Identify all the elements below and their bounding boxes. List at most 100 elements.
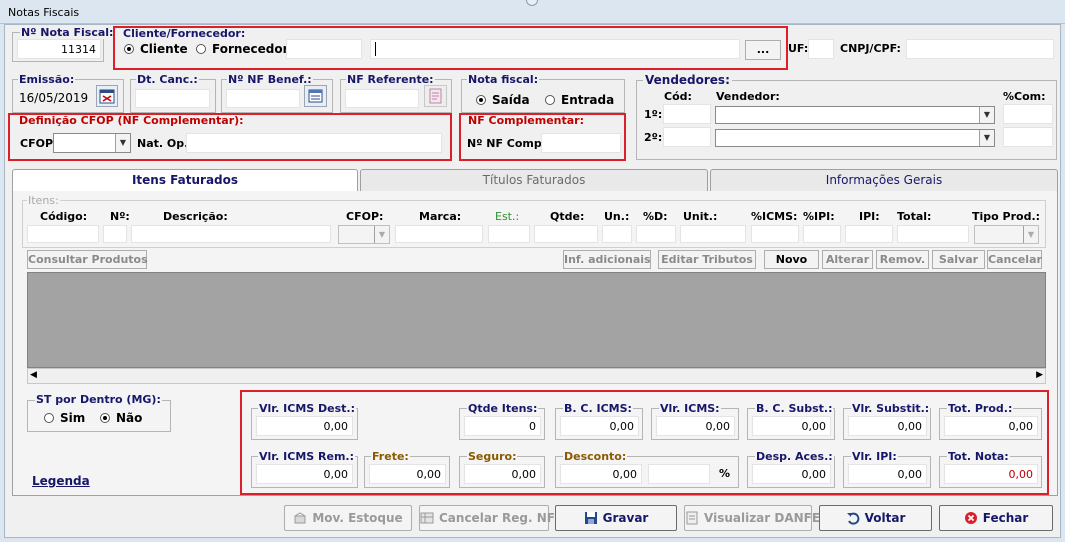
item-tipo-prod-select[interactable]: ▼ (974, 225, 1039, 244)
vendedor2-cod-field[interactable] (663, 127, 711, 147)
qtde-itens-field[interactable]: 0 (464, 416, 541, 436)
radio-fornecedor-dot (196, 44, 206, 54)
radio-st-nao-dot (100, 413, 110, 423)
radio-entrada[interactable]: Entrada (545, 93, 614, 107)
radio-saida[interactable]: Saída (476, 93, 530, 107)
item-est-field[interactable] (488, 225, 530, 243)
browse-cliente-button[interactable]: ... (745, 40, 781, 60)
vlr-subst-label: Vlr. Substit.: (851, 402, 931, 415)
horizontal-scrollbar[interactable]: ◀ ▶ (27, 368, 1046, 384)
vlr-ipi-field[interactable]: 0,00 (848, 464, 927, 484)
emissao-calendar-button[interactable] (96, 85, 118, 107)
uf-field[interactable] (808, 39, 834, 59)
item-ipi-field[interactable] (845, 225, 893, 243)
novo-button[interactable]: Novo (764, 250, 819, 269)
vendedor-row1-label: 1º: (644, 108, 663, 121)
tab-itens-faturados[interactable]: Itens Faturados (12, 169, 358, 193)
legenda-link[interactable]: Legenda (32, 474, 90, 488)
desconto-field[interactable]: 0,00 (560, 464, 642, 484)
cancelar-button[interactable]: Cancelar (987, 250, 1042, 269)
desp-aces-field[interactable]: 0,00 (752, 464, 831, 484)
radio-cliente-label: Cliente (140, 42, 188, 56)
radio-st-nao[interactable]: Não (100, 411, 142, 425)
item-numero-field[interactable] (103, 225, 127, 243)
radio-st-sim-dot (44, 413, 54, 423)
nota-fiscal-field[interactable]: 11314 (17, 39, 101, 59)
nf-comp-field[interactable] (541, 133, 621, 153)
seguro-field[interactable]: 0,00 (464, 464, 541, 484)
tot-prod-field[interactable]: 0,00 (944, 416, 1038, 436)
bc-icms-field[interactable]: 0,00 (560, 416, 639, 436)
document-icon (686, 511, 698, 525)
emissao-value[interactable]: 16/05/2019 (19, 91, 88, 105)
item-total-field[interactable] (897, 225, 969, 243)
vlr-subst-field[interactable]: 0,00 (848, 416, 927, 436)
tab-informacoes-gerais[interactable]: Informações Gerais (710, 169, 1058, 191)
nota-fiscal-label: Nº Nota Fiscal: (20, 26, 115, 39)
inf-adicionais-button[interactable]: Inf. adicionais (563, 250, 651, 269)
item-pct-icms-field[interactable] (751, 225, 799, 243)
nf-benef-list-button[interactable] (304, 85, 327, 107)
dt-canc-field[interactable] (135, 89, 210, 108)
emissao-label: Emissão: (18, 73, 76, 86)
itens-group-label: Itens: (27, 194, 60, 207)
vendedor2-select[interactable]: ▼ (715, 129, 995, 147)
nf-referente-label: NF Referente: (346, 73, 435, 86)
consultar-produtos-button[interactable]: Consultar Produtos (27, 250, 148, 269)
items-grid[interactable] (27, 272, 1046, 368)
editar-tributos-button[interactable]: Editar Tributos (658, 250, 756, 269)
cfop-select[interactable]: ▼ (53, 133, 131, 153)
col-qtde: Qtde: (550, 210, 585, 223)
tot-prod-label: Tot. Prod.: (947, 402, 1014, 415)
vendedor1-cod-field[interactable] (663, 104, 711, 124)
visualizar-danfe-button[interactable]: Visualizar DANFE (684, 505, 820, 531)
remover-button[interactable]: Remov. (876, 250, 929, 269)
vendedor2-com-field[interactable] (1003, 127, 1053, 147)
radio-fornecedor[interactable]: Fornecedor (196, 42, 289, 56)
alterar-button[interactable]: Alterar (822, 250, 873, 269)
nf-referente-field[interactable] (345, 89, 419, 108)
vlr-icms-dest-field[interactable]: 0,00 (256, 416, 353, 436)
desconto-pct-field[interactable] (648, 464, 710, 484)
item-pct-d-field[interactable] (636, 225, 676, 243)
nat-op-field[interactable] (186, 133, 442, 153)
voltar-button[interactable]: Voltar (819, 505, 932, 531)
mov-estoque-button[interactable]: Mov. Estoque (284, 505, 412, 531)
vlr-icms-rem-field[interactable]: 0,00 (256, 464, 353, 484)
cliente-name-field[interactable] (370, 39, 740, 59)
col-est: Est.: (495, 210, 520, 223)
chevron-down-icon: ▼ (115, 134, 130, 152)
cnpj-field[interactable] (906, 39, 1054, 59)
mov-estoque-label: Mov. Estoque (312, 511, 403, 525)
salvar-button[interactable]: Salvar (932, 250, 985, 269)
nf-benef-field[interactable] (226, 89, 300, 108)
vendedor1-com-field[interactable] (1003, 104, 1053, 124)
gravar-button[interactable]: Gravar (555, 505, 677, 531)
item-codigo-field[interactable] (27, 225, 99, 243)
scroll-left-icon[interactable]: ◀ (30, 370, 37, 380)
item-pct-ipi-field[interactable] (803, 225, 841, 243)
item-qtde-field[interactable] (534, 225, 598, 243)
vlr-icms-field[interactable]: 0,00 (656, 416, 735, 436)
item-unit-field[interactable] (680, 225, 746, 243)
radio-st-sim[interactable]: Sim (44, 411, 85, 425)
frete-field[interactable]: 0,00 (369, 464, 446, 484)
item-un-field[interactable] (602, 225, 632, 243)
bc-subst-field[interactable]: 0,00 (752, 416, 831, 436)
nf-referente-doc-button[interactable] (424, 85, 447, 107)
cancelar-reg-nf-button[interactable]: Cancelar Reg. NF (419, 505, 555, 531)
cfop-group-label: Definição CFOP (NF Complementar): (19, 114, 244, 127)
cliente-code-field[interactable] (286, 39, 362, 59)
item-marca-field[interactable] (395, 225, 483, 243)
vendedor1-select[interactable]: ▼ (715, 106, 995, 124)
item-descricao-field[interactable] (131, 225, 331, 243)
gravar-label: Gravar (602, 511, 649, 525)
radio-entrada-dot (545, 95, 555, 105)
scroll-right-icon[interactable]: ▶ (1036, 370, 1043, 380)
item-cfop-select[interactable]: ▼ (338, 225, 390, 244)
radio-cliente[interactable]: Cliente (124, 42, 188, 56)
tab-titulos-faturados[interactable]: Títulos Faturados (360, 169, 708, 191)
tot-nota-field[interactable]: 0,00 (944, 464, 1038, 484)
frete-label: Frete: (371, 450, 410, 463)
fechar-button[interactable]: Fechar (939, 505, 1053, 531)
